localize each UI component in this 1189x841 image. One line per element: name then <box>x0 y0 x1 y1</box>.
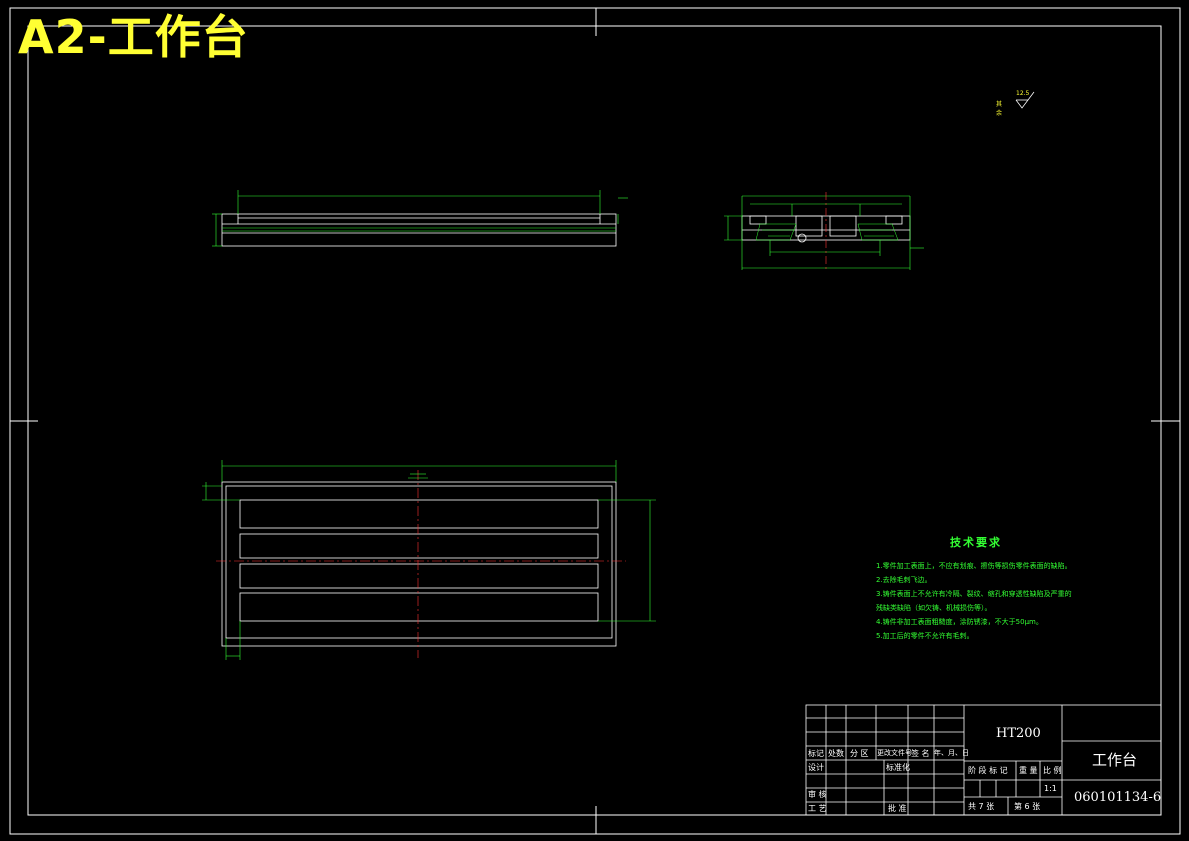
front-view <box>221 213 617 247</box>
stage-mark-label: 阶 段 标 记 <box>968 766 1008 775</box>
tech-line: 3.铸件表面上不允许有冷隔、裂纹、缩孔和穿透性缺陷及严重的 <box>876 590 1072 598</box>
check-label: 审 核 <box>808 790 827 799</box>
tech-line: 5.加工后的零件不允许有毛刺。 <box>876 632 974 640</box>
design-label: 设计 <box>808 763 824 772</box>
side-view-hole <box>797 233 807 243</box>
material-label: HT200 <box>996 726 1041 741</box>
top-view <box>221 481 617 647</box>
part-name: 工作台 <box>1092 751 1138 769</box>
tech-line: 残缺类缺陷（如欠铸、机械损伤等）。 <box>876 604 992 612</box>
ratio-label: 比 例 <box>1043 766 1062 775</box>
header-sign: 签 名 <box>911 749 930 758</box>
side-view-dimensions <box>724 195 924 270</box>
front-view-hatch <box>222 227 616 232</box>
tech-requirements: 技术要求 1.零件加工表面上，不应有划痕、擦伤等损伤零件表面的缺陷。 2.去除毛… <box>876 534 1072 643</box>
top-view-dimensions <box>202 460 656 660</box>
sheet-title: A2-工作台 <box>18 10 249 64</box>
header-date: 年、月、日 <box>934 749 969 757</box>
tech-line: 2.去除毛刺飞边。 <box>876 576 932 584</box>
sheet-inner-border <box>27 25 1162 816</box>
tech-line: 1.零件加工表面上，不应有划痕、擦伤等损伤零件表面的缺陷。 <box>876 562 1072 570</box>
scale-value: 1:1 <box>1044 784 1057 793</box>
standardize-label: 标准化 <box>886 763 910 772</box>
centering-marks <box>10 8 1180 834</box>
header-change-doc: 更改文件号 <box>877 749 912 757</box>
process-label: 工 艺 <box>808 804 827 813</box>
sheet-outer-border <box>9 7 1181 835</box>
tech-line: 4.铸件非加工表面粗糙度，涂防锈漆，不大于50μm。 <box>876 618 1043 626</box>
weight-label: 重 量 <box>1019 766 1038 775</box>
header-mark: 标记 <box>808 749 824 758</box>
sheets-total: 共 7 张 <box>968 802 995 811</box>
drawing-number: 060101134-6 <box>1074 790 1162 805</box>
drawing-canvas <box>9 7 1181 835</box>
roughness-label: 其余 <box>996 101 1003 117</box>
roughness-value: 12.5 <box>1016 90 1030 97</box>
approve-label: 批 准 <box>888 804 907 813</box>
sheet-number: 第 6 张 <box>1014 802 1041 811</box>
tech-requirements-title: 技术要求 <box>950 536 1002 549</box>
header-count: 处数 <box>828 749 844 758</box>
side-view-hatch <box>755 223 899 241</box>
header-zone: 分 区 <box>850 749 869 758</box>
